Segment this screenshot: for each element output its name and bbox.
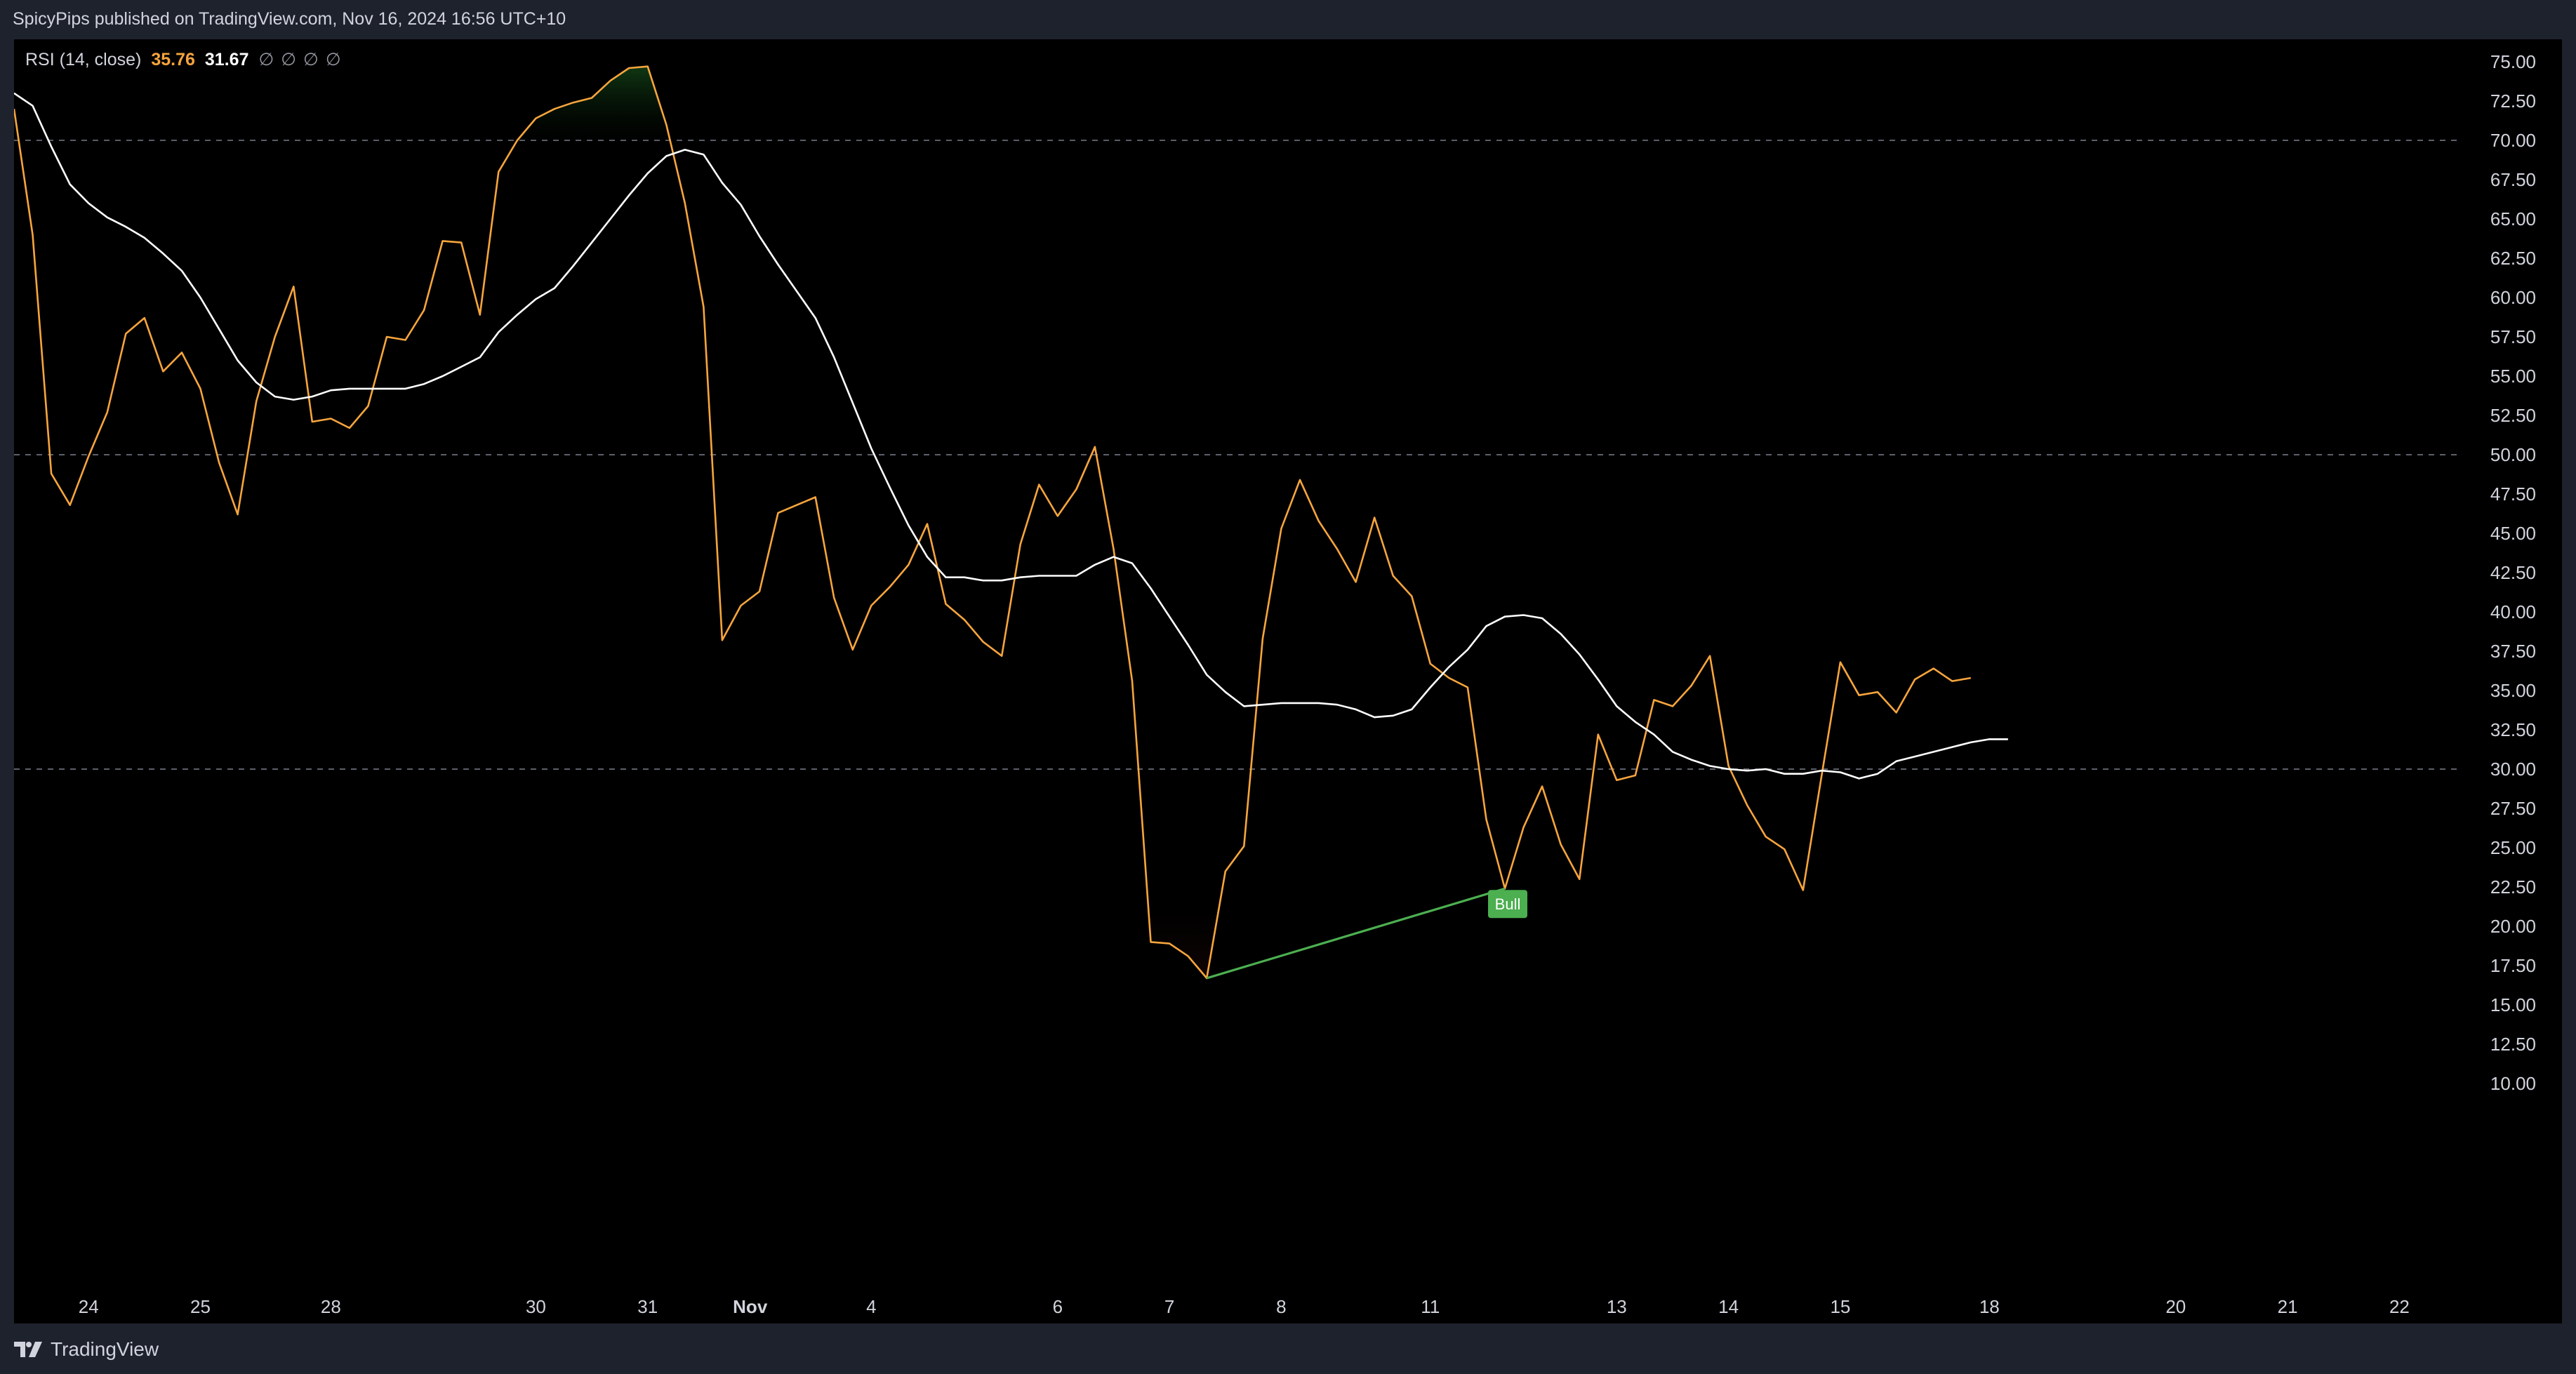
oversold-fill <box>1147 892 1222 978</box>
y-tick-label: 32.50 <box>2490 719 2536 740</box>
y-tick-label: 57.50 <box>2490 326 2536 347</box>
y-tick-label: 12.50 <box>2490 1034 2536 1055</box>
rsi-chart[interactable]: 75.00 72.50 70.00 67.50 65.00 62.50 60.00 57.50… <box>0 0 2576 1374</box>
x-tick-label: 30 <box>526 1296 546 1317</box>
y-tick-label: 55.00 <box>2490 366 2536 387</box>
y-tick-label: 27.50 <box>2490 798 2536 819</box>
y-tick-label: 30.00 <box>2490 759 2536 780</box>
y-tick-label: 22.50 <box>2490 876 2536 898</box>
x-tick-label: 25 <box>190 1296 211 1317</box>
y-tick-label: 67.50 <box>2490 169 2536 190</box>
x-tick-label: 28 <box>321 1296 341 1317</box>
na-icon: ∅ <box>303 50 319 69</box>
na-icon: ∅ <box>325 50 341 69</box>
y-tick-label: 47.50 <box>2490 483 2536 505</box>
x-tick-label: 11 <box>1421 1296 1440 1317</box>
rsi-ma-line <box>14 92 2008 780</box>
bull-label: Bull <box>1495 895 1521 913</box>
rsi-bands <box>14 140 2457 770</box>
rsi-line <box>14 65 1972 980</box>
y-tick-label: 20.00 <box>2490 916 2536 937</box>
y-tick-label: 15.00 <box>2490 994 2536 1015</box>
y-tick-label: 72.50 <box>2490 91 2536 112</box>
tradingview-logo-icon <box>14 1342 42 1357</box>
divergence-line <box>1206 887 1506 980</box>
x-tick-label: 31 <box>637 1296 658 1317</box>
y-tick-label: 40.00 <box>2490 601 2536 622</box>
x-tick-label: 7 <box>1164 1296 1174 1317</box>
x-tick-label: 8 <box>1276 1296 1286 1317</box>
x-tick-label: 20 <box>2165 1296 2186 1317</box>
indicator-name: RSI (14, close) <box>25 50 142 69</box>
y-tick-label: 60.00 <box>2490 287 2536 308</box>
x-tick-label: 15 <box>1830 1296 1850 1317</box>
y-tick-label: 62.50 <box>2490 248 2536 269</box>
x-axis[interactable]: 24 25 28 30 31 Nov 4 6 7 8 11 13 14 15 18 20 21 22 <box>79 1296 2410 1317</box>
x-tick-label: 14 <box>1718 1296 1739 1317</box>
x-tick-label: Nov <box>733 1296 768 1317</box>
divergence: Bull <box>1206 887 1527 980</box>
overbought-fill <box>14 66 1971 153</box>
rsi-value: 35.76 <box>151 50 195 69</box>
zone-fills <box>14 66 1971 978</box>
x-tick-label: 22 <box>2389 1296 2410 1317</box>
ma-value: 31.67 <box>204 50 249 69</box>
y-tick-label: 50.00 <box>2490 444 2536 465</box>
x-tick-label: 21 <box>2278 1296 2298 1317</box>
na-icon: ∅ <box>281 50 297 69</box>
x-tick-label: 13 <box>1607 1296 1627 1317</box>
x-tick-label: 4 <box>866 1296 876 1317</box>
x-tick-label: 6 <box>1053 1296 1063 1317</box>
y-tick-label: 42.50 <box>2490 562 2536 583</box>
brand-name: TradingView <box>51 1338 159 1360</box>
y-tick-label: 65.00 <box>2490 208 2536 229</box>
indicator-legend[interactable]: RSI (14, close) 35.76 31.67 ∅ ∅ ∅ ∅ <box>25 49 348 70</box>
y-tick-label: 70.00 <box>2490 130 2536 151</box>
y-tick-label: 37.50 <box>2490 641 2536 662</box>
y-tick-label: 75.00 <box>2490 51 2536 72</box>
na-icon: ∅ <box>258 50 274 69</box>
y-axis[interactable]: 75.00 72.50 70.00 67.50 65.00 62.50 60.00 57.50… <box>2490 51 2536 1094</box>
y-tick-label: 17.50 <box>2490 955 2536 976</box>
x-tick-label: 18 <box>1979 1296 2000 1317</box>
y-tick-label: 35.00 <box>2490 680 2536 701</box>
rsi-series <box>14 65 2008 980</box>
bottom-bar <box>0 1323 2576 1374</box>
x-tick-label: 24 <box>79 1296 99 1317</box>
brand[interactable]: TradingView <box>14 1338 159 1361</box>
y-tick-label: 10.00 <box>2490 1073 2536 1094</box>
y-tick-label: 52.50 <box>2490 405 2536 426</box>
y-tick-label: 45.00 <box>2490 523 2536 544</box>
y-tick-label: 25.00 <box>2490 837 2536 858</box>
